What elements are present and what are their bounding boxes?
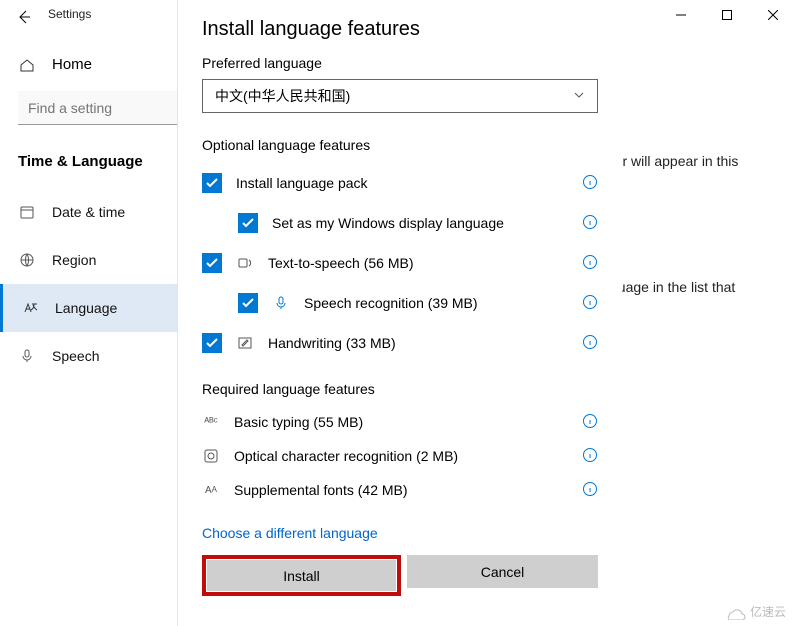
clock-icon — [18, 204, 36, 220]
req-basic-typing: ᴬᴮᶜ Basic typing (55 MB) — [202, 405, 598, 439]
feature-label: Set as my Windows display language — [272, 215, 504, 231]
selected-language: 中文(中华人民共和国) — [215, 86, 350, 106]
opt-handwriting[interactable]: Handwriting (33 MB) — [202, 323, 598, 363]
window-title: Settings — [48, 0, 91, 21]
opt-speech-recognition[interactable]: Speech recognition (39 MB) — [202, 283, 598, 323]
sidebar-item-label: Language — [55, 300, 117, 316]
info-icon[interactable] — [582, 413, 598, 432]
required-features-header: Required language features — [202, 381, 598, 397]
feature-label: Basic typing (55 MB) — [234, 414, 363, 430]
req-ocr: Optical character recognition (2 MB) — [202, 439, 598, 473]
info-icon[interactable] — [582, 214, 598, 233]
feature-label: Install language pack — [236, 175, 368, 191]
sidebar-item-label: Date & time — [52, 204, 125, 220]
feature-label: Supplemental fonts (42 MB) — [234, 482, 408, 498]
checkbox-icon[interactable] — [202, 253, 222, 273]
language-icon — [21, 300, 39, 316]
mic-icon — [272, 295, 290, 311]
sidebar-item-label: Speech — [52, 348, 99, 364]
info-icon[interactable] — [582, 174, 598, 193]
opt-text-to-speech[interactable]: Text-to-speech (56 MB) — [202, 243, 598, 283]
choose-different-language-link[interactable]: Choose a different language — [202, 525, 598, 541]
globe-icon — [18, 252, 36, 268]
dialog-title: Install language features — [202, 18, 598, 41]
tts-icon — [236, 255, 254, 271]
feature-label: Speech recognition (39 MB) — [304, 295, 478, 311]
checkbox-icon[interactable] — [238, 293, 258, 313]
mic-icon — [18, 348, 36, 364]
info-icon[interactable] — [582, 334, 598, 353]
install-language-dialog: Install language features Preferred lang… — [177, 0, 622, 626]
checkbox-icon[interactable] — [202, 333, 222, 353]
chevron-down-icon — [573, 88, 585, 104]
info-icon[interactable] — [582, 254, 598, 273]
font-icon: AA — [202, 485, 220, 496]
install-button[interactable]: Install — [207, 560, 396, 591]
install-button-highlight: Install — [202, 555, 401, 596]
background-text: rer will appear in this guage in the lis… — [610, 150, 780, 299]
info-icon[interactable] — [582, 294, 598, 313]
abc-icon: ᴬᴮᶜ — [202, 416, 220, 428]
opt-install-language-pack[interactable]: Install language pack — [202, 163, 598, 203]
close-button[interactable] — [750, 0, 796, 30]
checkbox-icon[interactable] — [238, 213, 258, 233]
req-supplemental-fonts: AA Supplemental fonts (42 MB) — [202, 473, 598, 507]
pen-icon — [236, 335, 254, 351]
checkbox-icon[interactable] — [202, 173, 222, 193]
preferred-language-dropdown[interactable]: 中文(中华人民共和国) — [202, 79, 598, 113]
ocr-icon — [202, 449, 220, 463]
feature-label: Text-to-speech (56 MB) — [268, 255, 414, 271]
sidebar-item-label: Region — [52, 252, 96, 268]
info-icon[interactable] — [582, 481, 598, 500]
home-label: Home — [52, 56, 92, 73]
preferred-language-label: Preferred language — [202, 55, 598, 71]
optional-features-header: Optional language features — [202, 137, 598, 153]
maximize-button[interactable] — [704, 0, 750, 30]
info-icon[interactable] — [582, 447, 598, 466]
cancel-button[interactable]: Cancel — [407, 555, 598, 588]
opt-display-language[interactable]: Set as my Windows display language — [202, 203, 598, 243]
feature-label: Handwriting (33 MB) — [268, 335, 396, 351]
watermark: 亿速云 — [724, 603, 786, 620]
minimize-button[interactable] — [658, 0, 704, 30]
back-button[interactable] — [0, 0, 48, 34]
home-icon — [18, 57, 36, 73]
feature-label: Optical character recognition (2 MB) — [234, 448, 458, 464]
